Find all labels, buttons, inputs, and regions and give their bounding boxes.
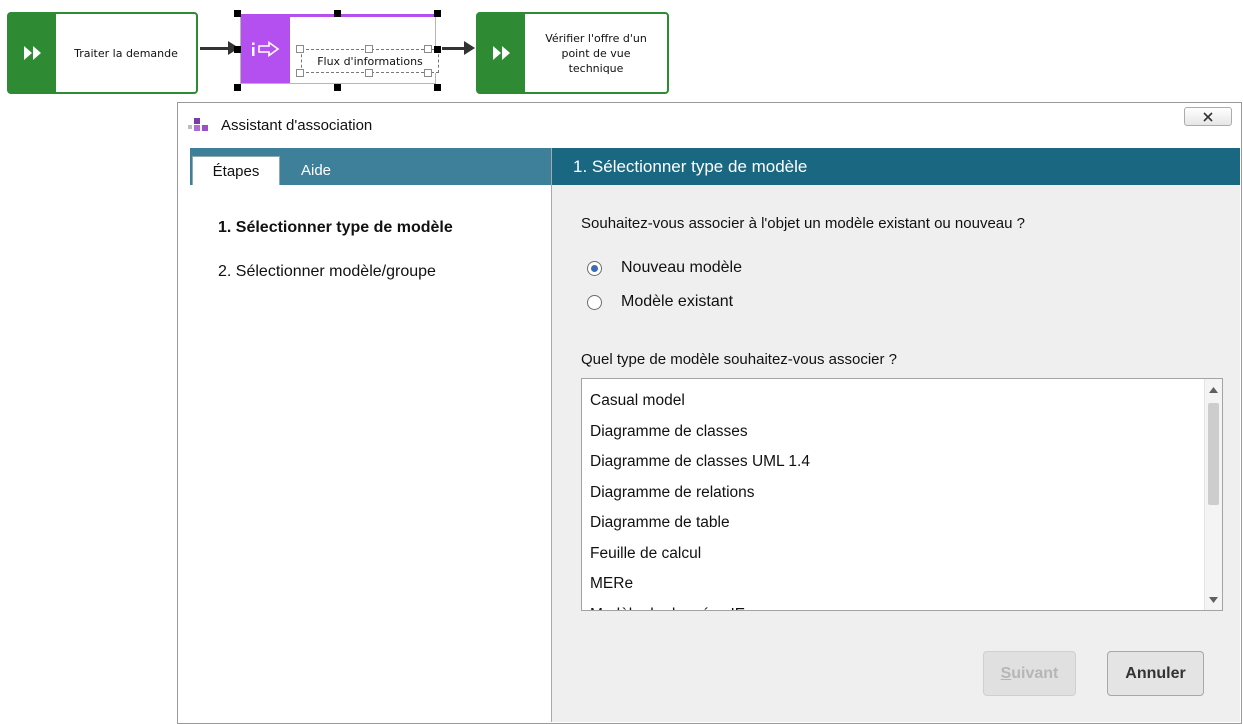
radio-label: Modèle existant [621,293,734,310]
function-shape-traiter[interactable]: Traiter la demande [7,12,198,94]
play-double-icon [478,14,525,92]
information-flow-shape[interactable]: Flux d'informations [240,14,439,84]
association-wizard-dialog: Assistant d'association Étapes Aide 1. S… [177,102,1242,724]
scroll-up-icon[interactable] [1205,381,1222,398]
next-button[interactable]: Suivant [983,651,1076,696]
radio-button[interactable] [587,294,602,310]
selection-handle[interactable] [234,84,241,91]
page-title: 1. Sélectionner type de modèle [552,148,1240,185]
selection-handle[interactable] [434,10,441,17]
model-type-list[interactable]: Casual model Diagramme de classes Diagramm… [581,378,1223,611]
connection-arrow[interactable] [442,41,475,55]
selection-handle[interactable] [234,46,241,53]
list-item[interactable]: Diagramme de classes UML 1.4 [582,447,1204,478]
steps-list: 1. Sélectionner type de modèle 2. Sélect… [190,185,551,307]
next-label: uivant [1011,664,1059,682]
list-item[interactable]: Diagramme de relations [582,478,1204,509]
step-item-2[interactable]: 2. Sélectionner modèle/groupe [218,263,551,307]
resize-handle[interactable] [296,45,304,53]
resize-handle[interactable] [424,69,432,77]
connection-arrow[interactable] [200,41,239,55]
list-item[interactable]: Feuille de calcul [582,539,1204,570]
question-model-origin: Souhaitez-vous associer à l'objet un mod… [581,215,1025,232]
selection-handle[interactable] [334,84,341,91]
step-item-1[interactable]: 1. Sélectionner type de modèle [218,219,551,263]
radio-modele-existant[interactable]: Modèle existant [587,293,733,311]
vertical-scrollbar[interactable] [1204,379,1222,610]
list-item[interactable]: Modèle de données IE [582,600,1204,611]
dialog-titlebar[interactable]: Assistant d'association [178,103,1241,148]
resize-handle[interactable] [296,69,304,77]
function-label: Traiter la demande [74,46,178,60]
resize-handle[interactable] [365,69,373,77]
close-x-icon [1203,111,1213,122]
radio-selected-dot [591,264,598,272]
steps-pane: Étapes Aide 1. Sélectionner type de modè… [190,148,552,722]
tab-etapes[interactable]: Étapes [192,156,280,185]
selection-handle[interactable] [334,10,341,17]
list-item[interactable]: MERe [582,569,1204,600]
resize-handle[interactable] [424,45,432,53]
close-button[interactable] [1184,107,1232,126]
information-flow-icon [241,15,290,83]
radio-nouveau-modele[interactable]: Nouveau modèle [587,259,742,277]
play-double-icon [9,14,56,92]
function-label: Vérifier l'offre d'un point de vue techn… [545,31,647,75]
content-pane: 1. Sélectionner type de modèle Souhaitez… [552,148,1240,722]
scroll-down-icon[interactable] [1205,591,1222,608]
list-item[interactable]: Diagramme de classes [582,417,1204,448]
scrollbar-thumb[interactable] [1208,403,1219,505]
dialog-title: Assistant d'association [221,117,373,134]
cancel-button[interactable]: Annuler [1107,651,1204,696]
resize-handle[interactable] [365,45,373,53]
selection-handle[interactable] [234,10,241,17]
list-item[interactable]: Casual model [582,386,1204,417]
radio-label: Nouveau modèle [621,259,742,276]
app-logo-icon [188,117,212,133]
selection-handle[interactable] [434,84,441,91]
selection-handle[interactable] [434,46,441,53]
question-model-type: Quel type de modèle souhaitez-vous assoc… [581,351,898,368]
next-accelerator: S [1000,664,1012,682]
list-items: Casual model Diagramme de classes Diagramm… [582,386,1204,611]
list-item[interactable]: Diagramme de table [582,508,1204,539]
tab-strip: Étapes Aide [190,148,551,185]
tab-aide[interactable]: Aide [295,156,337,185]
radio-button[interactable] [587,260,602,276]
function-shape-verifier[interactable]: Vérifier l'offre d'un point de vue techn… [476,12,669,94]
